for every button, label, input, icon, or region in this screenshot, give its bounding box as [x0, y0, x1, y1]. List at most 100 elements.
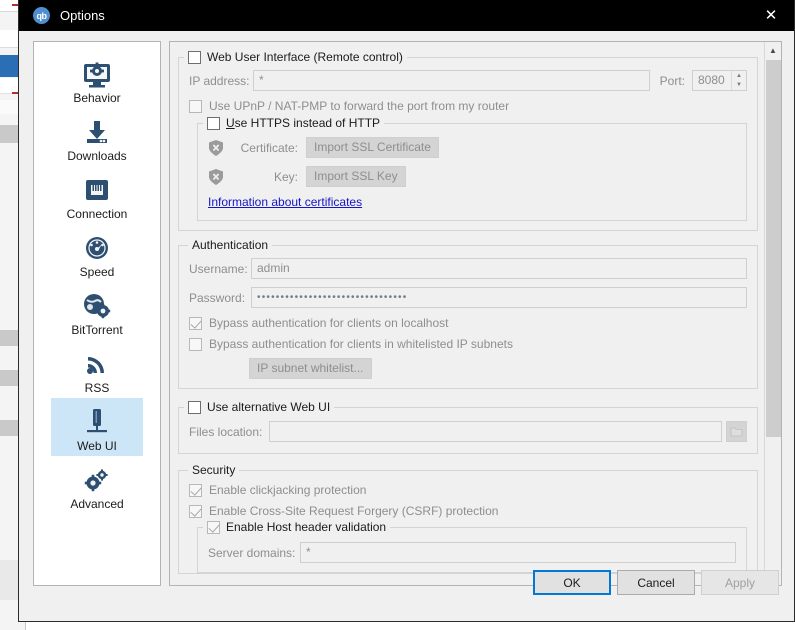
web-user-interface-label: Web User Interface (Remote control): [207, 50, 403, 64]
server-icon: [83, 402, 111, 436]
bypass-localhost-checkbox[interactable]: Bypass authentication for clients on loc…: [189, 316, 747, 330]
speedometer-icon: [83, 228, 111, 262]
server-domains-row: Server domains: *: [208, 542, 736, 563]
security-group-title: Security: [188, 463, 240, 477]
dialog-button-bar: OK Cancel Apply: [19, 561, 794, 621]
gears-icon: [82, 460, 112, 494]
checkbox-box: [207, 116, 220, 130]
sidebar-item-label: BitTorrent: [71, 323, 123, 337]
ip-address-input[interactable]: *: [253, 70, 650, 91]
checkbox-box: [189, 504, 202, 518]
sidebar-item-rss[interactable]: RSS: [51, 340, 143, 398]
use-alternative-web-ui-checkbox[interactable]: Use alternative Web UI: [184, 400, 335, 414]
csrf-protection-label: Enable Cross-Site Request Forgery (CSRF)…: [209, 504, 499, 518]
spin-down-icon[interactable]: ▼: [732, 81, 746, 91]
shield-invalid-icon: [208, 168, 224, 186]
host-header-validation-label: Enable Host header validation: [226, 520, 387, 534]
use-https-label: Use HTTPS instead of HTTP: [226, 116, 381, 130]
authentication-group-title: Authentication: [188, 238, 273, 252]
information-about-certificates-link[interactable]: Information about certificates: [208, 195, 362, 209]
cancel-button[interactable]: Cancel: [617, 570, 695, 595]
checkbox-box: [189, 337, 202, 351]
import-ssl-key-button[interactable]: Import SSL Key: [306, 166, 406, 187]
subnet-whitelist-row: IP subnet whitelist...: [249, 358, 747, 379]
port-stepper[interactable]: 8080 ▲ ▼: [692, 70, 747, 91]
password-row: Password: ••••••••••••••••••••••••••••••…: [189, 287, 747, 308]
shield-invalid-icon: [208, 139, 224, 157]
bypass-localhost-label: Bypass authentication for clients on loc…: [209, 316, 449, 330]
files-location-label: Files location:: [189, 424, 263, 439]
spin-up-icon[interactable]: ▲: [732, 71, 746, 81]
checkbox-box: [189, 483, 202, 497]
sidebar-item-label: Downloads: [67, 149, 127, 163]
dialog-body: Behavior Downloads Connection Speed BitT…: [19, 31, 794, 621]
port-input[interactable]: 8080: [693, 71, 731, 90]
sidebar-item-web-ui[interactable]: Web UI: [51, 398, 143, 456]
options-main-panel: Web User Interface (Remote control) IP a…: [169, 41, 782, 586]
ip-subnet-whitelist-button[interactable]: IP subnet whitelist...: [249, 358, 372, 379]
ok-button[interactable]: OK: [533, 570, 611, 595]
sidebar-item-connection[interactable]: Connection: [51, 166, 143, 224]
bypass-subnets-checkbox[interactable]: Bypass authentication for clients in whi…: [189, 337, 747, 351]
apply-button: Apply: [701, 570, 779, 595]
server-domains-label: Server domains:: [208, 545, 296, 560]
key-label: Key:: [273, 169, 298, 184]
password-input[interactable]: ••••••••••••••••••••••••••••••••: [251, 287, 747, 308]
dialog-title: Options: [60, 8, 105, 23]
password-label: Password:: [189, 290, 246, 305]
clickjacking-protection-label: Enable clickjacking protection: [209, 483, 367, 497]
sidebar-item-bittorrent[interactable]: BitTorrent: [51, 282, 143, 340]
checkbox-box: [188, 400, 201, 414]
port-label: Port:: [659, 73, 685, 88]
scroll-up-icon[interactable]: ▲: [765, 42, 781, 59]
upnp-label: Use UPnP / NAT-PMP to forward the port f…: [209, 99, 510, 113]
sidebar-item-behavior[interactable]: Behavior: [51, 50, 143, 108]
import-ssl-certificate-button[interactable]: Import SSL Certificate: [306, 137, 439, 158]
use-https-checkbox[interactable]: Use HTTPS instead of HTTP: [203, 116, 385, 130]
files-location-input[interactable]: [269, 421, 722, 442]
certificate-row: Certificate: Import SSL Certificate: [208, 137, 736, 158]
key-row: Key: Import SSL Key: [208, 166, 736, 187]
server-domains-input[interactable]: *: [300, 542, 736, 563]
rss-feed-icon: [83, 344, 111, 378]
vertical-scrollbar[interactable]: ▲ ▼: [764, 42, 781, 585]
ip-address-label: IP address:: [189, 73, 250, 88]
folder-icon[interactable]: [726, 421, 747, 442]
scrollbar-thumb[interactable]: [766, 60, 781, 437]
authentication-group: Authentication Username: admin Password:…: [178, 238, 758, 389]
csrf-protection-checkbox[interactable]: Enable Cross-Site Request Forgery (CSRF)…: [189, 504, 747, 518]
sidebar-item-speed[interactable]: Speed: [51, 224, 143, 282]
sidebar-item-label: RSS: [84, 381, 110, 395]
username-input[interactable]: admin: [251, 258, 747, 279]
checkbox-box: [207, 520, 220, 534]
certificate-label: Certificate:: [240, 140, 298, 155]
ip-address-row: IP address: * Port: 8080 ▲ ▼: [189, 70, 747, 91]
upnp-checkbox[interactable]: Use UPnP / NAT-PMP to forward the port f…: [189, 99, 747, 113]
network-port-icon: [83, 170, 111, 204]
options-sidebar: Behavior Downloads Connection Speed BitT…: [33, 41, 161, 586]
use-alternative-web-ui-label: Use alternative Web UI: [207, 400, 331, 414]
security-group: Security Enable clickjacking protection …: [178, 463, 758, 574]
sidebar-item-label: Web UI: [77, 439, 117, 453]
certificates-info-row: Information about certificates: [208, 195, 736, 209]
dialog-titlebar[interactable]: qb Options ✕: [19, 0, 794, 31]
sidebar-item-advanced[interactable]: Advanced: [51, 456, 143, 514]
username-row: Username: admin: [189, 258, 747, 279]
files-location-row: Files location:: [189, 421, 747, 442]
options-dialog: qb Options ✕ Behavior Downloads Connecti…: [18, 0, 795, 622]
monitor-gear-icon: [82, 54, 112, 88]
close-icon[interactable]: ✕: [748, 0, 794, 31]
checkbox-box: [189, 316, 202, 330]
port-spin-buttons[interactable]: ▲ ▼: [731, 71, 746, 90]
download-arrow-icon: [82, 112, 112, 146]
username-label: Username:: [189, 261, 248, 276]
sidebar-item-label: Advanced: [70, 497, 124, 511]
host-header-validation-checkbox[interactable]: Enable Host header validation: [203, 520, 391, 534]
qbittorrent-logo-icon: qb: [33, 7, 50, 24]
alternative-web-ui-group: Use alternative Web UI Files location:: [178, 400, 758, 454]
sidebar-item-downloads[interactable]: Downloads: [51, 108, 143, 166]
clickjacking-protection-checkbox[interactable]: Enable clickjacking protection: [189, 483, 747, 497]
sidebar-item-label: Connection: [66, 207, 128, 221]
sidebar-item-label: Behavior: [73, 91, 121, 105]
web-user-interface-checkbox[interactable]: Web User Interface (Remote control): [184, 50, 407, 64]
